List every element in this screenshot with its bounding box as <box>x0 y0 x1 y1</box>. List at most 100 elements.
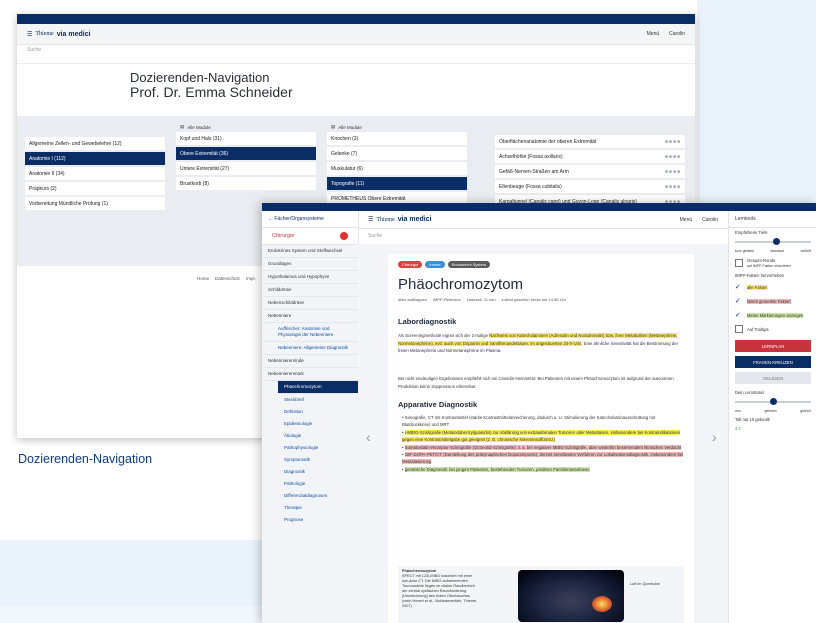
background-panel-bottom-strip <box>0 606 262 623</box>
subject-dot-icon <box>340 232 348 240</box>
sidebar-item[interactable]: Symptomatik <box>262 454 358 466</box>
sidebar-item[interactable]: Differenzialdiagnosen <box>262 490 358 502</box>
option-check[interactable]: ✓ Meine Markierungen anzeigen <box>729 308 816 322</box>
ct-scan-image[interactable] <box>518 570 624 622</box>
list-item[interactable]: Gelenke (7) <box>327 147 467 160</box>
status-slider[interactable] <box>735 398 811 405</box>
back-button[interactable]: ← Fächer/Organsysteme <box>262 211 358 228</box>
title-line-2: Prof. Dr. Emma Schneider <box>130 84 293 100</box>
sidebar-item[interactable]: Ätiologie <box>262 430 358 442</box>
option-checkbox[interactable]: Auf Tooltips <box>729 322 816 336</box>
footer-link-imprint[interactable]: Impr. <box>246 276 256 281</box>
lerntools-panel: Lerntools Empfohlene Tiefe kurz gefasst … <box>728 211 816 623</box>
list-item-text: I-MIBG-Szintigrafie (Metaiodobenzylguani… <box>402 429 681 443</box>
section-heading: Labordiagnostik <box>398 317 457 326</box>
slider-label: Dein Lernstatus <box>735 390 765 395</box>
list-item-selected[interactable]: Obere Extremität (36) <box>176 147 316 160</box>
sidebar-item[interactable]: Definition <box>262 406 358 418</box>
option-checkbox[interactable]: Gesamt-Rende auf IMPP-Fakten reduzieren <box>729 255 816 271</box>
tick: vertieft <box>800 249 811 253</box>
progress-dots-icon: ■■■■ <box>664 138 681 145</box>
tick: gelernt <box>800 409 811 413</box>
sidebar-item[interactable]: Nebennierenrinde <box>262 355 358 368</box>
user-link[interactable]: Carolin <box>702 217 718 223</box>
checkbox-icon <box>735 259 743 267</box>
sidebar-item[interactable]: Hypothalamus und Hypophyse <box>262 271 358 284</box>
sidebar-item[interactable]: Schilddrüse <box>262 284 358 297</box>
column-topics: Oberflächenanatomie der oberen Extremitä… <box>495 135 685 210</box>
sidebar-item[interactable]: Therapie <box>262 502 358 514</box>
user-link[interactable]: Carolin <box>669 31 685 37</box>
search-input[interactable]: Suche <box>358 230 728 244</box>
figure: Phäochromozytom SPECT mit 123I-MIBG fusi… <box>398 566 684 623</box>
sidebar-item[interactable]: Grundlagen <box>262 258 358 271</box>
list-item[interactable]: Anatomie II (34) <box>25 167 165 180</box>
tag-badge[interactable]: Endokrines System <box>447 261 491 268</box>
list-item[interactable]: Kopf und Hals (31) <box>176 132 316 145</box>
thieme-logo-icon: ☰ <box>27 31 33 38</box>
option-sub: auf IMPP-Fakten reduzieren <box>747 264 791 268</box>
lernplan-button[interactable]: LERNPLAN <box>735 340 811 352</box>
tag-badge[interactable]: Chirurgie <box>398 261 423 268</box>
sidebar-item[interactable]: Auffrischer: Anatomie und Physiologie de… <box>262 323 358 342</box>
list-item[interactable]: Oberflächenanatomie der oberen Extremitä… <box>495 135 685 148</box>
sidebar-item[interactable]: Steckbrief <box>262 394 358 406</box>
panel-title: Lerntools <box>729 211 816 228</box>
list-item[interactable]: Muskulatur (6) <box>327 162 467 175</box>
sidebar-item[interactable]: Nebennierenmark <box>262 368 358 381</box>
top-bar <box>17 14 695 24</box>
tick: neu <box>735 409 741 413</box>
slider-ticks: neu gelesen gelernt <box>729 407 816 415</box>
slider-label: Empfohlene Tiefe <box>735 230 768 235</box>
figure-caption-text: SPECT mit 123I-MIBG fusioniert mit einer… <box>402 574 478 608</box>
search-input[interactable]: Suche <box>17 45 695 64</box>
column-header: ▤ Alle Module <box>327 122 467 132</box>
list-item[interactable]: Ellenbeuge (Fossa cubitalis) ■■■■ <box>495 180 685 193</box>
chevron-right-icon[interactable]: › <box>712 429 717 445</box>
list-item[interactable]: Präpkurs (2) <box>25 182 165 195</box>
depth-slider[interactable] <box>735 238 811 245</box>
tag-badge[interactable]: Innere <box>425 261 445 268</box>
slider-knob[interactable] <box>769 398 777 405</box>
chevron-left-icon[interactable]: ‹ <box>366 429 371 445</box>
list-item[interactable]: Gefäß-Nerven-Straßen am Arm ■■■■ <box>495 165 685 178</box>
thieme-logo[interactable]: ☰ Thieme via medici <box>27 31 91 38</box>
option-check[interactable]: ✓ falsch gemerkte Fakten <box>729 294 816 308</box>
list-item[interactable]: Achselhöhle (Fossa axillaris) ■■■■ <box>495 150 685 163</box>
expand-all-link[interactable]: alles aufklappen <box>398 297 427 302</box>
list-item[interactable]: Untere Extremität (27) <box>176 162 316 175</box>
menu-link[interactable]: Menü <box>680 217 693 223</box>
tick: standard <box>770 249 784 253</box>
sidebar-item[interactable]: Nebenschilddrüse <box>262 297 358 310</box>
brand-name: Thieme <box>35 31 54 37</box>
list-item[interactable]: Vorbereitung Mündliche Prüfung (1) <box>25 197 165 210</box>
list-item[interactable]: Knochen (3) <box>327 132 467 145</box>
sidebar-item[interactable]: Pathophysiologie <box>262 442 358 454</box>
sidebar-item[interactable]: Nebenniere <box>262 310 358 323</box>
list-item-text: 18F-DOPA-PET/CT (Darstellung des präsyna… <box>402 452 684 465</box>
sidebar-item[interactable]: Nebenniere: Allgemeine Diagnostik <box>262 342 358 355</box>
thieme-logo[interactable]: ☰ Thieme via medici <box>368 216 432 223</box>
subject-selector[interactable]: Chirurgie <box>262 228 358 245</box>
article-meta: alles aufklappen IMPP-Relevanz Lesezeit:… <box>398 297 566 302</box>
sidebar-item[interactable]: Phäochromozytom <box>278 381 358 394</box>
list-item[interactable]: Allgemeine Zellen- und Gewebelehre (12) <box>25 137 165 150</box>
menu-link[interactable]: Menü <box>647 31 660 37</box>
list-item-selected[interactable]: Topografie (11) <box>327 177 467 190</box>
list-item-selected[interactable]: Anatomie I (112) <box>25 152 165 165</box>
option-check[interactable]: ✓ alle Fakten <box>729 280 816 294</box>
list-item[interactable]: Brustkorb (8) <box>176 177 316 190</box>
list-item-label: Gefäß-Nerven-Straßen am Arm <box>499 168 569 175</box>
column-submodules: ▤ Alle Module Knochen (3) Gelenke (7) Mus… <box>327 122 467 207</box>
list-item-text: genetische Diagnostik: bei jungen Patien… <box>404 466 590 472</box>
gelesen-button[interactable]: GELESEN <box>735 372 811 384</box>
footer-link-home[interactable]: Home <box>197 276 209 281</box>
sidebar-item[interactable]: Endokrines System und Stoffwechsel <box>262 245 358 258</box>
sidebar-item[interactable]: Pathologie <box>262 478 358 490</box>
sidebar-item[interactable]: Prognose <box>262 514 358 526</box>
sidebar-item[interactable]: Epidemiologie <box>262 418 358 430</box>
footer-link-privacy[interactable]: Datenschutz <box>215 276 240 281</box>
sidebar-item[interactable]: Diagnostik <box>262 466 358 478</box>
fragen-kreuzen-button[interactable]: FRAGEN KREUZEN <box>735 356 811 368</box>
slider-knob[interactable] <box>773 238 781 245</box>
